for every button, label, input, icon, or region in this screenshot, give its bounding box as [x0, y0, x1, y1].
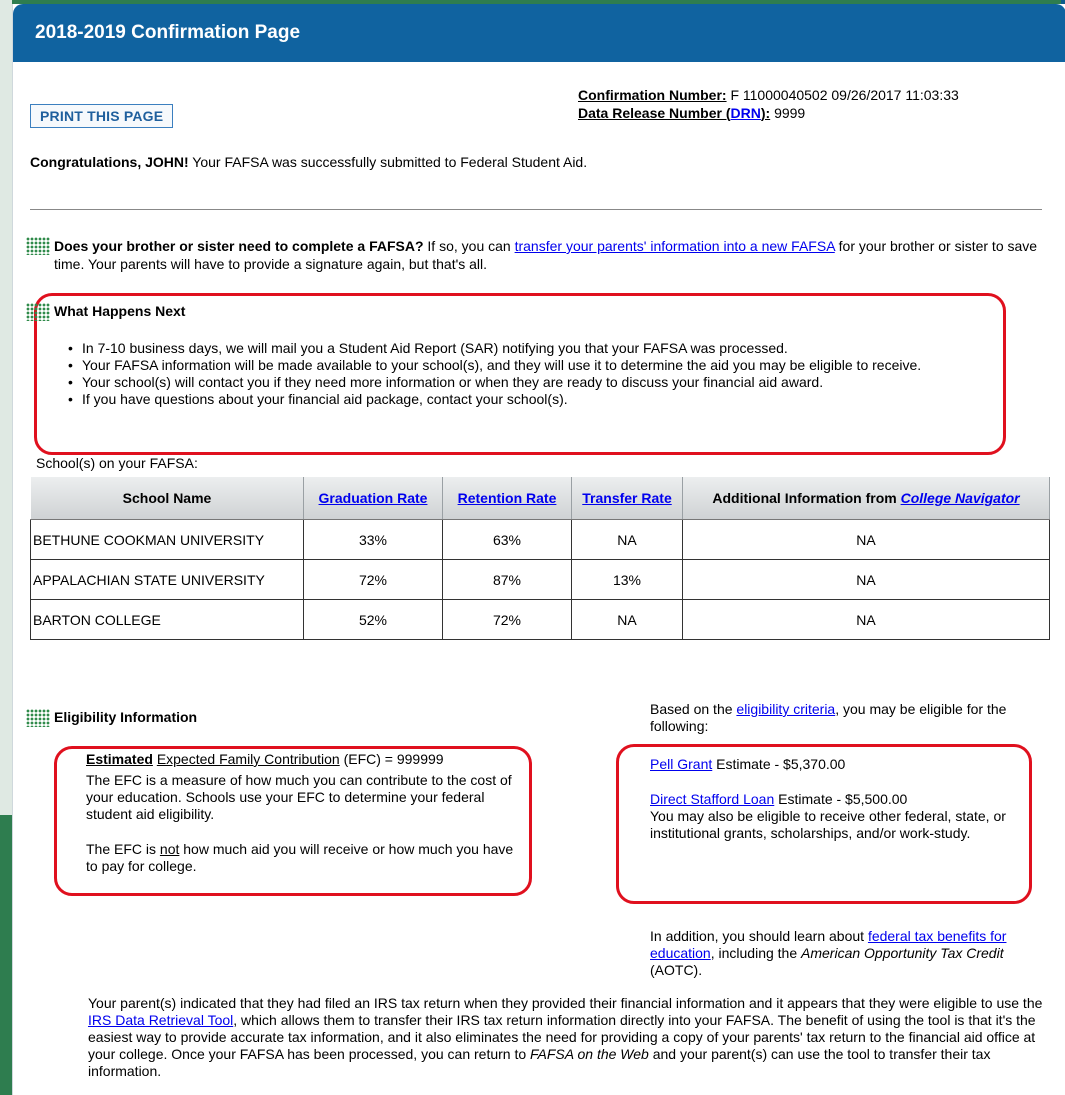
section-divider — [30, 209, 1042, 210]
graduation-rate-link[interactable]: Graduation Rate — [319, 490, 428, 506]
table-header-row: School Name Graduation Rate Retention Ra… — [30, 477, 1050, 520]
aotc-name: American Opportunity Tax Credit — [801, 945, 1004, 961]
sibling-text-1: If so, you can — [423, 238, 515, 254]
efc-line: Estimated Expected Family Contribution (… — [86, 751, 526, 768]
confirmation-number-value: F 11000040502 09/26/2017 11:03:33 — [730, 87, 959, 103]
drn-link[interactable]: DRN — [731, 105, 761, 121]
list-item: Your school(s) will contact you if they … — [66, 374, 1026, 391]
addition-prefix: In addition, you should learn about — [650, 928, 868, 944]
tax-benefits-note: In addition, you should learn about fede… — [650, 928, 1030, 979]
efc-value: (EFC) = 999999 — [339, 751, 444, 767]
congratulations-message: Congratulations, JOHN! Your FAFSA was su… — [30, 154, 587, 170]
eligibility-intro-prefix: Based on the — [650, 701, 737, 717]
transfer-rate-link[interactable]: Transfer Rate — [582, 490, 671, 506]
drn-value: 9999 — [774, 105, 806, 121]
school-name-cell: BETHUNE COOKMAN UNIVERSITY — [30, 519, 304, 560]
other-aid-text: You may also be eligible to receive othe… — [650, 808, 1006, 841]
congratulations-text: Your FAFSA was successfully submitted to… — [188, 154, 588, 170]
what-happens-next-list: In 7-10 business days, we will mail you … — [66, 340, 1026, 408]
dot-grid-icon — [26, 237, 50, 255]
transfer-parents-info-link[interactable]: transfer your parents' information into … — [515, 238, 835, 254]
column-header-transfer-rate[interactable]: Transfer Rate — [571, 477, 683, 520]
efc-not-prefix: The EFC is — [86, 841, 160, 857]
efc-disclaimer: The EFC is not how much aid you will rec… — [86, 841, 526, 875]
what-happens-next-heading: What Happens Next — [26, 303, 186, 321]
efc-not-word: not — [159, 841, 180, 857]
table-row: APPALACHIAN STATE UNIVERSITY 72% 87% 13%… — [30, 559, 1050, 600]
additional-info-cell: NA — [682, 599, 1050, 640]
schools-caption: School(s) on your FAFSA: — [36, 455, 198, 471]
stafford-loan-estimate: Direct Stafford Loan Estimate - $5,500.0… — [650, 791, 1030, 808]
fafsa-on-the-web-name: FAFSA on the Web — [530, 1046, 649, 1062]
retention-rate-cell: 63% — [442, 519, 572, 560]
addition-mid: , including the — [710, 945, 802, 961]
irs-data-retrieval-paragraph: Your parent(s) indicated that they had f… — [88, 995, 1043, 1080]
irs-data-retrieval-tool-link[interactable]: IRS Data Retrieval Tool — [88, 1012, 233, 1028]
table-row: BARTON COLLEGE 52% 72% NA NA — [30, 599, 1050, 640]
transfer-rate-cell: 13% — [571, 559, 683, 600]
eligibility-criteria-link[interactable]: eligibility criteria — [736, 701, 835, 717]
column-header-retention-rate[interactable]: Retention Rate — [442, 477, 572, 520]
graduation-rate-cell: 33% — [303, 519, 443, 560]
transfer-rate-cell: NA — [571, 519, 683, 560]
column-header-school-name: School Name — [30, 477, 304, 520]
additional-info-cell: NA — [682, 559, 1050, 600]
dot-grid-icon — [26, 709, 50, 727]
drn-label-prefix: Data Release Number ( — [578, 105, 731, 121]
print-page-button[interactable]: PRINT THIS PAGE — [30, 104, 174, 128]
congratulations-name: Congratulations, JOHN! — [30, 154, 189, 170]
dot-grid-icon — [26, 303, 50, 321]
schools-table: School Name Graduation Rate Retention Ra… — [30, 477, 1050, 640]
background-green-tab — [0, 815, 12, 1095]
school-name-cell: BARTON COLLEGE — [30, 599, 304, 640]
school-name-cell: APPALACHIAN STATE UNIVERSITY — [30, 559, 304, 600]
aid-estimates: Pell Grant Estimate - $5,370.00 Direct S… — [650, 756, 1030, 842]
pell-grant-amount: Estimate - $5,370.00 — [712, 756, 846, 772]
additional-info-prefix: Additional Information from — [712, 490, 901, 506]
confirmation-number-label: Confirmation Number: — [578, 87, 727, 103]
column-header-additional-info: Additional Information from College Navi… — [682, 477, 1050, 520]
table-row: BETHUNE COOKMAN UNIVERSITY 33% 63% NA NA — [30, 519, 1050, 560]
page-title: 2018-2019 Confirmation Page — [13, 4, 1065, 62]
list-item: In 7-10 business days, we will mail you … — [66, 340, 1026, 357]
drn-label-suffix: ): — [760, 105, 771, 121]
column-header-graduation-rate[interactable]: Graduation Rate — [303, 477, 443, 520]
transfer-rate-cell: NA — [571, 599, 683, 640]
eligibility-heading: Eligibility Information — [26, 709, 198, 727]
sibling-question: Does your brother or sister need to comp… — [54, 238, 424, 254]
list-item: If you have questions about your financi… — [66, 391, 1026, 408]
confirmation-number-row: Confirmation Number: F 11000040502 09/26… — [578, 86, 959, 104]
pell-grant-estimate: Pell Grant Estimate - $5,370.00 — [650, 756, 1030, 773]
eligibility-title: Eligibility Information — [54, 709, 198, 725]
efc-details: Estimated Expected Family Contribution (… — [86, 751, 526, 875]
sibling-fafsa-notice: Does your brother or sister need to comp… — [26, 237, 1039, 273]
addition-suffix: (AOTC). — [650, 962, 703, 978]
eligibility-intro: Based on the eligibility criteria, you m… — [650, 701, 1030, 735]
parents-text-1: Your parent(s) indicated that they had f… — [88, 995, 1043, 1011]
graduation-rate-cell: 52% — [303, 599, 443, 640]
what-happens-next-title: What Happens Next — [54, 303, 186, 319]
efc-description: The EFC is a measure of how much you can… — [86, 772, 512, 822]
efc-estimated-label: Estimated — [86, 751, 153, 767]
confirmation-info: Confirmation Number: F 11000040502 09/26… — [578, 86, 959, 122]
drn-label: Data Release Number (DRN): — [578, 105, 770, 121]
additional-info-cell: NA — [682, 519, 1050, 560]
efc-term: Expected Family Contribution — [156, 751, 340, 767]
stafford-loan-amount: Estimate - $5,500.00 — [774, 791, 908, 807]
retention-rate-cell: 72% — [442, 599, 572, 640]
retention-rate-link[interactable]: Retention Rate — [458, 490, 557, 506]
retention-rate-cell: 87% — [442, 559, 572, 600]
pell-grant-link[interactable]: Pell Grant — [650, 756, 712, 772]
drn-row: Data Release Number (DRN): 9999 — [578, 104, 959, 122]
college-navigator-link[interactable]: College Navigator — [901, 490, 1020, 506]
direct-stafford-loan-link[interactable]: Direct Stafford Loan — [650, 791, 774, 807]
graduation-rate-cell: 72% — [303, 559, 443, 600]
list-item: Your FAFSA information will be made avai… — [66, 357, 1026, 374]
